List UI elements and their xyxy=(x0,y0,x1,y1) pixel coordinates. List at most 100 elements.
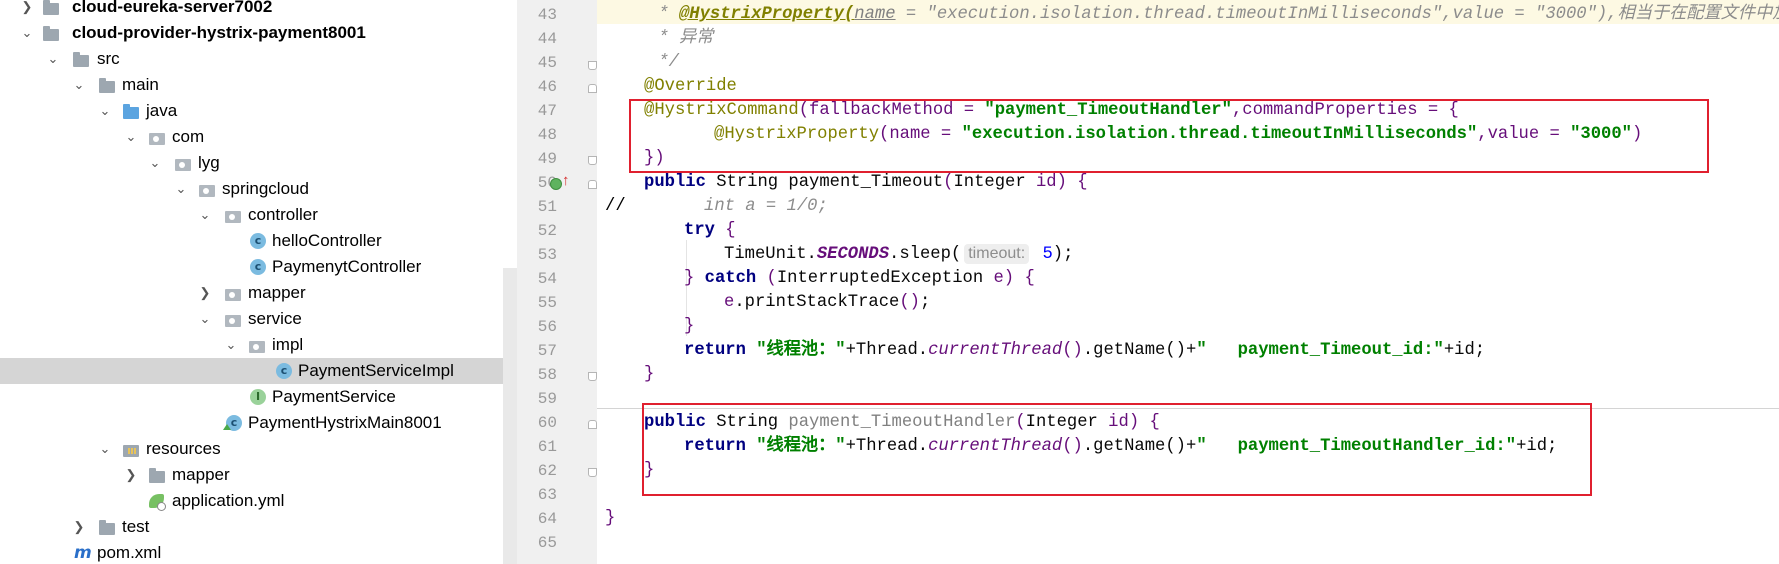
tree-item-main[interactable]: ⌄ main xyxy=(0,72,517,98)
code-editor[interactable]: * @HystrixProperty(name = "execution.iso… xyxy=(597,0,1779,564)
code-line-57: return "线程池："+Thread.currentThread().get… xyxy=(684,339,1485,363)
line-number: 60 xyxy=(537,414,557,432)
arrow-up-icon[interactable]: ↑ xyxy=(562,172,570,190)
code-token: payment_Timeout xyxy=(788,173,944,192)
code-token: return xyxy=(684,341,746,360)
tree-item-paymentservice[interactable]: I PaymentService xyxy=(0,384,517,410)
tree-item-java[interactable]: ⌄ java xyxy=(0,98,517,124)
tree-item-service[interactable]: ⌄ service xyxy=(0,306,517,332)
tree-item-hellocontroller[interactable]: c helloController xyxy=(0,228,517,254)
code-token: " payment_Timeout_id:" xyxy=(1196,341,1444,360)
chevron-right-icon[interactable]: ❯ xyxy=(20,0,34,20)
tree-item-paymenytcontroller[interactable]: c PaymenytController xyxy=(0,254,517,280)
chevron-right-icon[interactable]: ❯ xyxy=(72,514,86,540)
chevron-down-icon[interactable]: ⌄ xyxy=(148,150,162,176)
line-number: 49 xyxy=(537,150,557,168)
code-token: String xyxy=(705,173,789,192)
chevron-down-icon[interactable]: ⌄ xyxy=(72,72,86,98)
code-token: int a = 1/0; xyxy=(704,197,828,216)
fold-marker-icon[interactable] xyxy=(588,180,597,189)
folder-icon xyxy=(72,51,90,67)
tree-item-com[interactable]: ⌄ com xyxy=(0,124,517,150)
chevron-down-icon[interactable]: ⌄ xyxy=(224,332,238,358)
code-token: // xyxy=(605,197,626,216)
chevron-down-icon[interactable]: ⌄ xyxy=(98,436,112,462)
tree-item-paymentserviceimpl[interactable]: c PaymentServiceImpl xyxy=(0,358,517,384)
tree-item-impl[interactable]: ⌄ impl xyxy=(0,332,517,358)
chevron-down-icon[interactable]: ⌄ xyxy=(124,124,138,150)
editor-gutter: 43 44 45 46 47 48 49 50 51 52 53 54 55 5… xyxy=(517,0,598,564)
folder-icon xyxy=(42,0,60,15)
tree-item-label: helloController xyxy=(272,231,382,250)
code-token: @HystrixProperty( xyxy=(678,5,855,24)
package-icon xyxy=(224,207,242,223)
tree-item-test[interactable]: ❯ test xyxy=(0,514,517,540)
tree-item-resources-mapper[interactable]: ❯ mapper xyxy=(0,462,517,488)
chevron-down-icon[interactable]: ⌄ xyxy=(46,46,60,72)
tree-item-lyg[interactable]: ⌄ lyg xyxy=(0,150,517,176)
tree-item-mapper[interactable]: ❯ mapper xyxy=(0,280,517,306)
line-number: 48 xyxy=(537,126,557,144)
tree-item-label: cloud-provider-hystrix-payment8001 xyxy=(72,23,366,42)
package-icon xyxy=(224,311,242,327)
highlight-box-annotation xyxy=(629,99,1709,173)
fold-marker-icon[interactable] xyxy=(588,156,597,165)
code-token: () xyxy=(899,293,920,312)
code-token: { xyxy=(714,221,736,240)
tree-scrollbar[interactable] xyxy=(503,268,517,564)
fold-marker-icon[interactable] xyxy=(588,84,597,93)
code-line-54: } catch (InterruptedException e) { xyxy=(684,267,1035,291)
tree-item-label: application.yml xyxy=(172,491,285,510)
tree-item-label: src xyxy=(97,49,120,68)
line-number: 56 xyxy=(537,318,557,336)
package-icon xyxy=(224,285,242,301)
override-gutter-icon[interactable] xyxy=(550,178,562,190)
chevron-down-icon[interactable]: ⌄ xyxy=(198,202,212,228)
code-token: Integer xyxy=(953,173,1036,192)
parameter-hint: timeout: xyxy=(964,244,1030,264)
fold-marker-icon[interactable] xyxy=(588,420,597,429)
resources-folder-icon xyxy=(122,441,140,457)
tree-item-cloud-provider-hystrix-payment8001[interactable]: ⌄ cloud-provider-hystrix-payment8001 xyxy=(0,20,517,46)
class-icon: c xyxy=(276,363,292,379)
tree-item-springcloud[interactable]: ⌄ springcloud xyxy=(0,176,517,202)
code-line-53: TimeUnit.SECONDS.sleep(timeout: 5); xyxy=(724,243,1073,267)
code-token: e xyxy=(993,269,1004,288)
fold-marker-icon[interactable] xyxy=(588,372,597,381)
tree-item-src[interactable]: ⌄ src xyxy=(0,46,517,72)
code-line-43: * @HystrixProperty(name = "execution.iso… xyxy=(648,3,1779,27)
line-number: 55 xyxy=(537,294,557,312)
project-tree: ❯ cloud-eureka-server7002 ⌄ cloud-provid… xyxy=(0,0,517,564)
line-number: 51 xyxy=(537,198,557,216)
chevron-down-icon[interactable]: ⌄ xyxy=(198,306,212,332)
package-icon xyxy=(174,155,192,171)
chevron-down-icon[interactable]: ⌄ xyxy=(174,176,188,202)
line-number: 44 xyxy=(537,30,557,48)
fold-marker-icon[interactable] xyxy=(588,61,597,70)
tree-item-paymenthystrixmain8001[interactable]: c PaymentHystrixMain8001 xyxy=(0,410,517,436)
folder-icon xyxy=(148,467,166,483)
tree-item-cloud-eureka-server7002[interactable]: ❯ cloud-eureka-server7002 xyxy=(0,0,517,20)
code-line-64: } xyxy=(605,509,616,528)
line-number: 59 xyxy=(537,390,557,408)
fold-marker-icon[interactable] xyxy=(588,468,597,477)
chevron-down-icon[interactable]: ⌄ xyxy=(98,98,112,124)
tree-item-label: impl xyxy=(272,335,304,354)
chevron-down-icon[interactable]: ⌄ xyxy=(20,20,34,46)
code-line-58: } xyxy=(644,365,655,384)
chevron-right-icon[interactable]: ❯ xyxy=(198,280,212,306)
tree-item-controller[interactable]: ⌄ controller xyxy=(0,202,517,228)
highlight-box-fallback-method xyxy=(642,403,1592,496)
code-line-44: * 异常 xyxy=(648,29,714,48)
tree-item-label: controller xyxy=(248,205,318,224)
chevron-right-icon[interactable]: ❯ xyxy=(124,462,138,488)
code-token: () xyxy=(1062,341,1083,360)
tree-item-pom-xml[interactable]: m pom.xml xyxy=(0,540,517,564)
line-number: 52 xyxy=(537,222,557,240)
code-line-50: public String payment_Timeout(Integer id… xyxy=(644,171,1088,195)
class-icon: c xyxy=(250,259,266,275)
tree-item-application-yml[interactable]: application.yml xyxy=(0,488,517,514)
code-token: catch xyxy=(704,269,757,288)
tree-item-resources[interactable]: ⌄ resources xyxy=(0,436,517,462)
code-token: 5 xyxy=(1032,245,1053,264)
